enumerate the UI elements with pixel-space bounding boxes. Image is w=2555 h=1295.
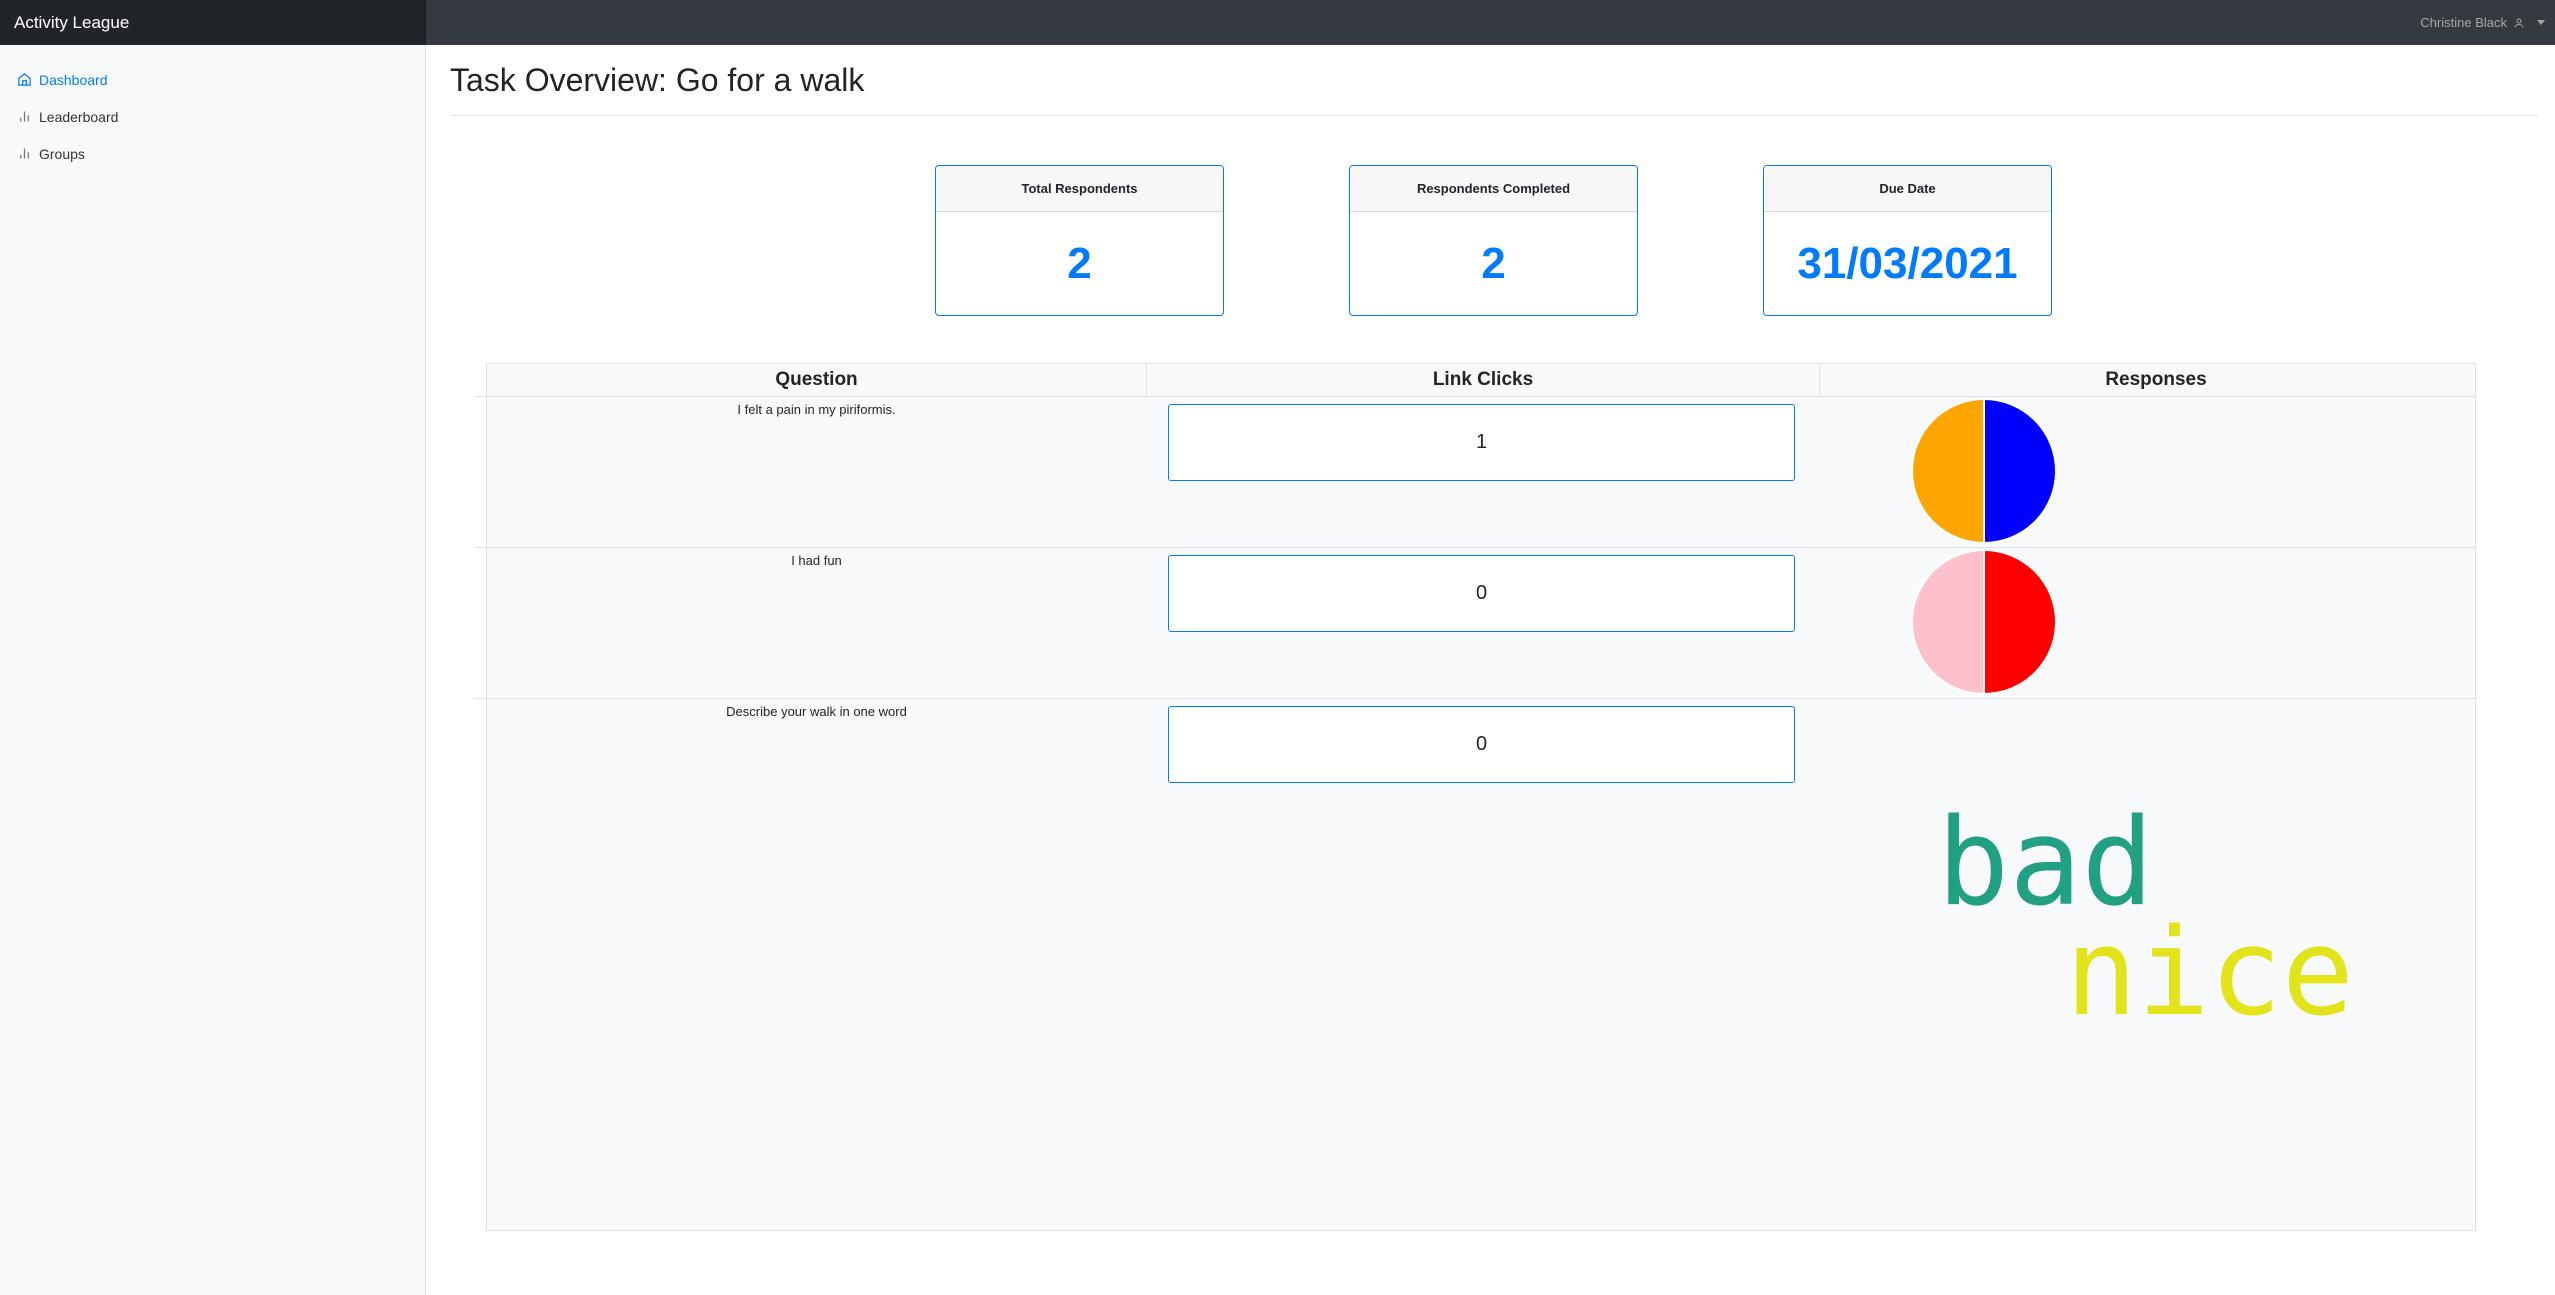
stat-card-label: Respondents Completed [1350, 166, 1637, 212]
question-text: Describe your walk in one word [726, 704, 907, 719]
question-text: I felt a pain in my piriformis. [737, 402, 896, 417]
column-header-responses: Responses [2105, 369, 2207, 390]
sidebar-item-leaderboard[interactable]: Leaderboard [0, 98, 425, 135]
stat-card-value: 31/03/2021 [1797, 239, 2018, 288]
row-divider [474, 547, 2477, 548]
stat-card-value: 2 [1481, 239, 1506, 288]
user-icon [2513, 17, 2525, 29]
questions-table: Question Link Clicks Responses I felt a … [474, 363, 2477, 1231]
pie-slice [1983, 397, 2057, 545]
stat-card-value: 2 [1067, 239, 1092, 288]
word-cloud-word: nice [2065, 904, 2354, 1043]
question-text: I had fun [791, 553, 842, 568]
top-navbar: Activity League Christine Black [0, 0, 2555, 45]
stat-card-label: Total Respondents [936, 166, 1223, 212]
page-title: Task Overview: Go for a walk [450, 62, 865, 98]
response-word-cloud: bad nice [1937, 804, 2437, 1044]
link-clicks-value: 1 [1168, 404, 1795, 481]
stat-card-due-date: Due Date 31/03/2021 [1763, 165, 2052, 316]
column-header-link-clicks: Link Clicks [1432, 369, 1534, 390]
stat-card-total-respondents: Total Respondents 2 [935, 165, 1224, 316]
sidebar-item-groups[interactable]: Groups [0, 135, 425, 172]
chevron-down-icon [2537, 20, 2545, 25]
row-divider [474, 698, 2477, 699]
column-header-question: Question [775, 369, 858, 390]
row-divider [474, 396, 2477, 397]
sidebar-item-label: Groups [39, 145, 85, 162]
home-icon [18, 73, 31, 86]
user-name: Christine Black [2420, 15, 2507, 30]
bar-chart-icon [20, 111, 29, 122]
user-menu[interactable]: Christine Black [2420, 0, 2545, 45]
bar-chart-icon [20, 148, 29, 159]
pie-slice [1911, 397, 1985, 545]
stat-card-label: Due Date [1764, 166, 2051, 212]
sidebar-item-dashboard[interactable]: Dashboard [0, 61, 425, 98]
link-clicks-value: 0 [1168, 706, 1795, 783]
response-pie-chart [1911, 397, 2057, 545]
sidebar: Dashboard Leaderboard Groups [0, 45, 426, 1295]
sidebar-item-label: Leaderboard [39, 108, 119, 125]
response-pie-chart [1911, 548, 2057, 696]
link-clicks-value: 0 [1168, 555, 1795, 632]
pie-slice [1983, 548, 2057, 696]
pie-slice [1911, 548, 1985, 696]
brand-logo[interactable]: Activity League [0, 0, 426, 45]
main-content: Task Overview: Go for a walk Total Respo… [427, 45, 2555, 1295]
title-divider [450, 115, 2538, 116]
stat-card-respondents-completed: Respondents Completed 2 [1349, 165, 1638, 316]
sidebar-item-label: Dashboard [39, 71, 108, 88]
